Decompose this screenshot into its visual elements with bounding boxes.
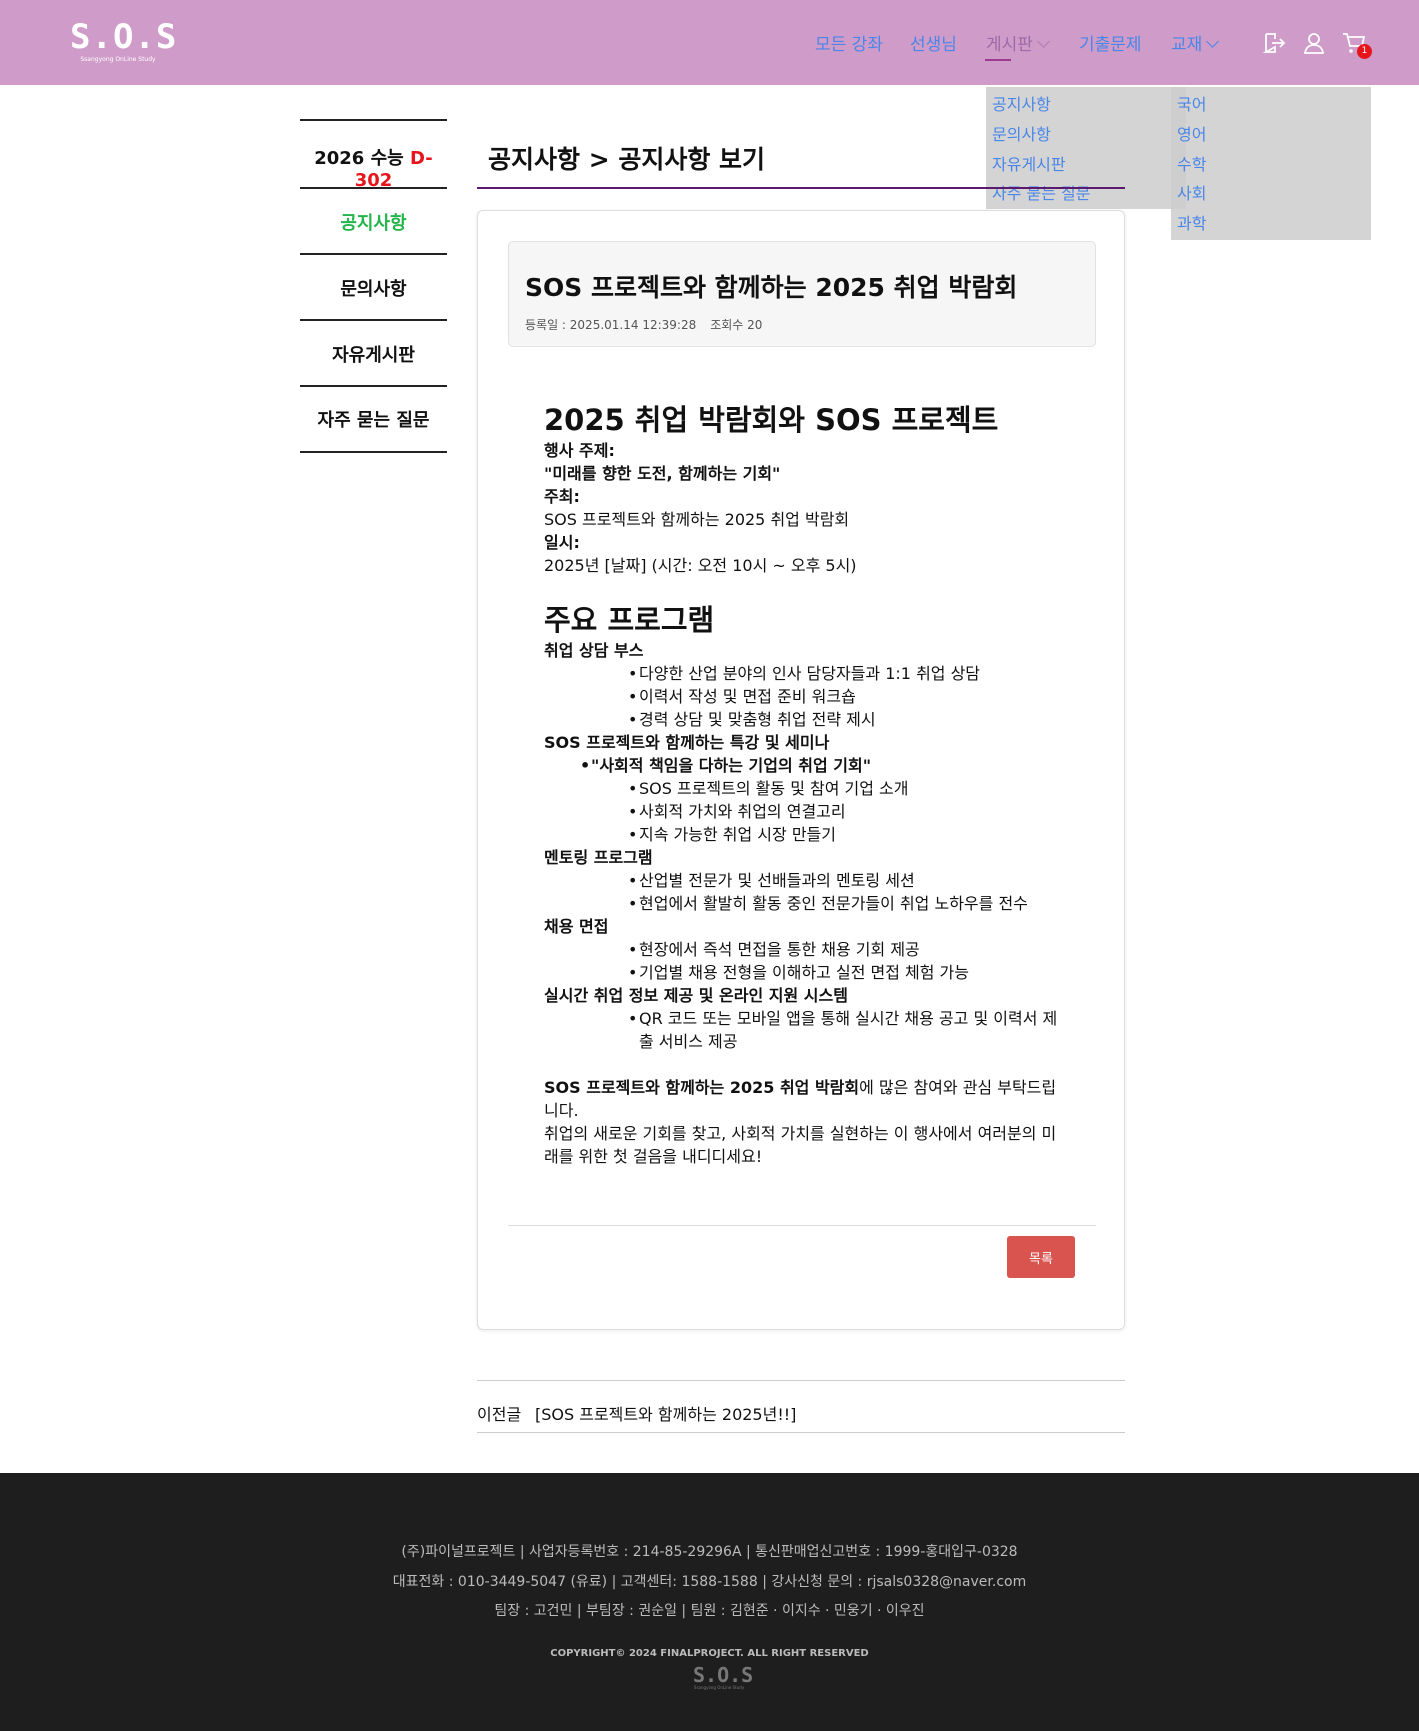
footer-copyright: COPYRIGHT© 2024 FINALPROJECT. ALL RIGHT … bbox=[550, 1648, 869, 1659]
prev-divider bbox=[477, 1380, 1125, 1381]
sidebar-divider bbox=[300, 253, 447, 255]
dropdown-item-english[interactable]: 영어 bbox=[1177, 121, 1206, 145]
list-item: 다양한 산업 분야의 인사 담당자들과 1:1 취업 상담 bbox=[544, 662, 1064, 685]
section-title: SOS 프로젝트와 함께하는 특강 및 세미나 bbox=[544, 733, 830, 752]
dropdown-item-korean[interactable]: 국어 bbox=[1177, 91, 1206, 115]
section-title: 실시간 취업 정보 제공 및 온라인 지원 시스템 bbox=[544, 986, 848, 1005]
site-header: S.O.S Ssangyong OnLine Study 모든 강좌 선생님 게… bbox=[0, 0, 1419, 85]
dropdown-item-science[interactable]: 과학 bbox=[1177, 210, 1206, 234]
chevron-down-icon bbox=[1206, 35, 1220, 48]
list-item: 산업별 전문가 및 선배들과의 멘토링 세션 bbox=[544, 869, 1064, 892]
list-item: 현장에서 즉석 면접을 통한 채용 기회 제공 bbox=[544, 938, 1064, 961]
dday-label: 2026 수능 bbox=[314, 148, 410, 169]
program-heading: 주요 프로그램 bbox=[544, 603, 715, 637]
dday-counter: 2026 수능 D-302 bbox=[300, 144, 447, 191]
post-meta: 등록일 : 2025.01.14 12:39:28 조회수 20 bbox=[525, 316, 762, 333]
title-divider bbox=[477, 187, 1125, 189]
nav-books-label: 교재 bbox=[1171, 35, 1203, 55]
dropdown-item-notice[interactable]: 공지사항 bbox=[992, 91, 1051, 115]
list-item: SOS 프로젝트의 활동 및 참여 기업 소개 bbox=[544, 777, 1064, 800]
post-card: SOS 프로젝트와 함께하는 2025 취업 박람회 등록일 : 2025.01… bbox=[477, 210, 1125, 1330]
section-title: 취업 상담 부스 bbox=[544, 641, 644, 660]
dropdown-item-math[interactable]: 수학 bbox=[1177, 151, 1206, 175]
closing-paragraph-2: 취업의 새로운 기회를 찾고, 사회적 가치를 실현하는 이 행사에서 여러분의… bbox=[544, 1124, 1057, 1166]
sidebar-divider bbox=[300, 451, 447, 453]
post-title: SOS 프로젝트와 함께하는 2025 취업 박람회 bbox=[525, 273, 1018, 302]
theme-value: "미래를 향한 도전, 함께하는 기회" bbox=[544, 464, 781, 483]
sidebar-item-inquiry[interactable]: 문의사항 bbox=[300, 275, 447, 301]
sidebar-item-faq[interactable]: 자주 묻는 질문 bbox=[300, 406, 447, 432]
host-value: SOS 프로젝트와 함께하는 2025 취업 박람회 bbox=[544, 510, 850, 529]
dropdown-item-social[interactable]: 사회 bbox=[1177, 180, 1206, 204]
prev-divider bbox=[477, 1432, 1125, 1433]
card-divider bbox=[508, 1225, 1096, 1226]
list-item: 기업별 채용 전형을 이해하고 실전 면접 체험 가능 bbox=[544, 961, 1064, 984]
books-dropdown: 국어 영어 수학 사회 과학 bbox=[1171, 87, 1371, 240]
list-item: QR 코드 또는 모바일 앱을 통해 실시간 채용 공고 및 이력서 제출 서비… bbox=[544, 1007, 1064, 1053]
dropdown-item-free-board[interactable]: 자유게시판 bbox=[992, 151, 1066, 175]
nav-past-exams[interactable]: 기출문제 bbox=[1079, 30, 1142, 55]
footer-company-info: (주)파이널프로젝트 | 사업자등록번호 : 214-85-29296A | 통… bbox=[401, 1544, 1018, 1560]
prev-post-label: 이전글 bbox=[477, 1405, 522, 1424]
cart-count-badge: 1 bbox=[1357, 44, 1372, 59]
footer-logo-subtext: Ssangyong OnLine Study bbox=[693, 1685, 745, 1690]
list-item: 사회적 가치와 취업의 연결고리 bbox=[544, 800, 1064, 823]
footer-logo: S.O.S Ssangyong OnLine Study bbox=[693, 1663, 754, 1693]
chevron-down-icon bbox=[1037, 35, 1050, 48]
footer-team-info: 팀장 : 고건민 | 부팀장 : 권순일 | 팀원 : 김현준 · 이지수 · … bbox=[494, 1603, 925, 1619]
body-heading: 2025 취업 박람회와 SOS 프로젝트 bbox=[544, 403, 999, 437]
footer-logo-text: S.O.S bbox=[693, 1663, 754, 1687]
post-header: SOS 프로젝트와 함께하는 2025 취업 박람회 등록일 : 2025.01… bbox=[508, 241, 1096, 347]
dropdown-item-faq[interactable]: 자주 묻는 질문 bbox=[992, 180, 1091, 204]
nav-teachers[interactable]: 선생님 bbox=[910, 30, 957, 55]
nav-all-courses[interactable]: 모든 강좌 bbox=[815, 30, 883, 55]
sidebar-divider bbox=[300, 119, 447, 121]
sidebar-divider bbox=[300, 319, 447, 321]
list-item: 경력 상담 및 맞춤형 취업 전략 제시 bbox=[544, 708, 1064, 731]
sidebar-item-notice[interactable]: 공지사항 bbox=[300, 209, 447, 235]
nav-board-label: 게시판 bbox=[986, 35, 1033, 55]
list-item: "사회적 책임을 다하는 기업의 취업 기회" bbox=[544, 754, 1064, 777]
list-item: 이력서 작성 및 면접 준비 워크숍 bbox=[544, 685, 1064, 708]
post-date: 등록일 : 2025.01.14 12:39:28 bbox=[525, 318, 697, 332]
list-item: 현업에서 활발히 활동 중인 전문가들이 취업 노하우를 전수 bbox=[544, 892, 1064, 915]
list-item: 지속 가능한 취업 시장 만들기 bbox=[544, 823, 1064, 846]
page-title: 공지사항 > 공지사항 보기 bbox=[488, 145, 766, 174]
prev-post-link[interactable]: [SOS 프로젝트와 함께하는 2025년!!] bbox=[535, 1401, 796, 1425]
theme-label: 행사 주제: bbox=[544, 441, 615, 460]
main-nav: 모든 강좌 선생님 게시판 기출문제 교재 bbox=[0, 30, 1419, 60]
host-label: 주최: bbox=[544, 487, 580, 506]
active-nav-underline bbox=[985, 59, 1011, 61]
section-title: 멘토링 프로그램 bbox=[544, 848, 653, 867]
footer-contact-info: 대표전화 : 010-3449-5047 (유료) | 고객센터: 1588-1… bbox=[392, 1574, 1027, 1590]
board-dropdown: 공지사항 문의사항 자유게시판 자주 묻는 질문 bbox=[986, 87, 1186, 209]
list-button[interactable]: 목록 bbox=[1007, 1236, 1075, 1278]
dropdown-item-inquiry[interactable]: 문의사항 bbox=[992, 121, 1051, 145]
section-title: 채용 면접 bbox=[544, 917, 609, 936]
date-label: 일시: bbox=[544, 533, 580, 552]
closing-paragraph: SOS 프로젝트와 함께하는 2025 취업 박람회에 많은 참여와 관심 부탁… bbox=[544, 1078, 1057, 1120]
sidebar-divider bbox=[300, 187, 447, 189]
logout-icon[interactable] bbox=[1262, 31, 1286, 55]
user-icon[interactable] bbox=[1302, 31, 1326, 55]
nav-board[interactable]: 게시판 bbox=[986, 30, 1050, 55]
post-views: 조회수 20 bbox=[710, 318, 763, 332]
post-body: 2025 취업 박람회와 SOS 프로젝트 행사 주제: "미래를 향한 도전,… bbox=[544, 401, 1064, 1168]
nav-books[interactable]: 교재 bbox=[1171, 30, 1220, 55]
site-footer: (주)파이널프로젝트 | 사업자등록번호 : 214-85-29296A | 통… bbox=[0, 1473, 1419, 1731]
sidebar-divider bbox=[300, 385, 447, 387]
date-value: 2025년 [날짜] (시간: 오전 10시 ~ 오후 5시) bbox=[544, 556, 857, 575]
sidebar-item-free-board[interactable]: 자유게시판 bbox=[300, 341, 447, 367]
